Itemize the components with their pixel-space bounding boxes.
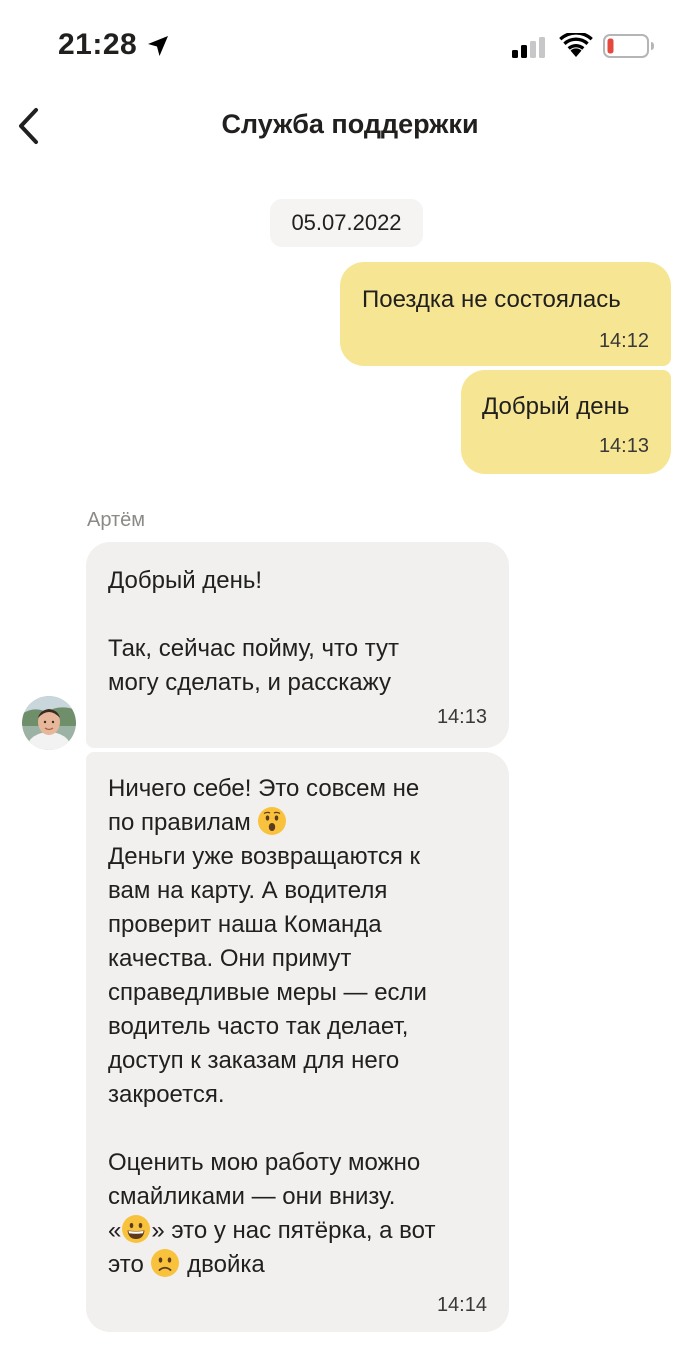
incoming-message[interactable]: Ничего себе! Это совсем не по правилам Де… xyxy=(86,752,509,1332)
message-line: Так, сейчас пойму, что тут xyxy=(108,635,399,662)
message-line: закроется. xyxy=(108,1081,225,1108)
navigation-bar: Служба поддержки xyxy=(0,92,700,162)
sender-name: Артём xyxy=(87,509,146,531)
message-line: Деньги уже возвращаются к xyxy=(108,843,420,870)
message-text: Добрый день xyxy=(482,393,630,420)
message-line: водитель часто так делает, xyxy=(108,1013,409,1040)
message-line: « xyxy=(108,1217,122,1244)
status-bar: 21:28 xyxy=(0,0,700,92)
message-line: Оценить мою работу можно xyxy=(108,1149,421,1176)
slightly-frowning-face-emoji xyxy=(151,1249,180,1277)
message-line: доступ к заказам для него xyxy=(108,1047,400,1074)
message-line: это xyxy=(108,1251,144,1278)
page-title: Служба поддержки xyxy=(221,109,479,139)
outgoing-message[interactable]: Добрый день 14:13 xyxy=(461,370,671,474)
cellular-signal-icon xyxy=(512,37,545,58)
avatar-image xyxy=(22,696,76,750)
message-line: Добрый день! xyxy=(108,567,263,594)
message-time: 14:13 xyxy=(436,706,487,728)
message-line: двойка xyxy=(187,1251,265,1278)
message-line: Ничего себе! Это совсем не xyxy=(108,775,420,802)
message-line: проверит наша Команда xyxy=(108,911,382,938)
message-line: качества. Они примут xyxy=(108,945,352,972)
wifi-icon xyxy=(559,33,593,57)
message-time: 14:12 xyxy=(598,330,649,352)
message-time: 14:13 xyxy=(598,435,649,457)
incoming-message[interactable]: Добрый день! Так, сейчас пойму, что тут мо… xyxy=(86,542,509,748)
message-line: справедливые меры — если xyxy=(108,979,427,1006)
message-line: могу сделать, и расскажу xyxy=(108,669,391,696)
location-arrow-icon xyxy=(148,36,168,56)
message-text: Поездка не состоялась xyxy=(362,286,621,313)
avatar[interactable] xyxy=(22,696,76,750)
outgoing-message[interactable]: Поездка не состоялась 14:12 xyxy=(340,262,671,366)
message-text: Ничего себе! Это совсем не по правилам Де… xyxy=(108,772,498,1282)
status-time: 21:28 xyxy=(58,28,138,61)
message-time: 14:14 xyxy=(436,1294,487,1316)
message-text: Добрый день! Так, сейчас пойму, что тут мо… xyxy=(108,564,488,700)
battery-low-icon xyxy=(603,34,654,58)
grinning-face-emoji xyxy=(122,1215,151,1243)
message-line: » это у нас пятёрка, а вот xyxy=(151,1217,436,1244)
message-line: вам на карту. А водителя xyxy=(108,877,388,904)
surprised-face-emoji xyxy=(258,807,287,835)
message-line: смайликами — они внизу. xyxy=(108,1183,396,1210)
date-separator: 05.07.2022 xyxy=(270,199,423,247)
date-label: 05.07.2022 xyxy=(291,210,402,235)
message-line: по правилам xyxy=(108,809,251,836)
